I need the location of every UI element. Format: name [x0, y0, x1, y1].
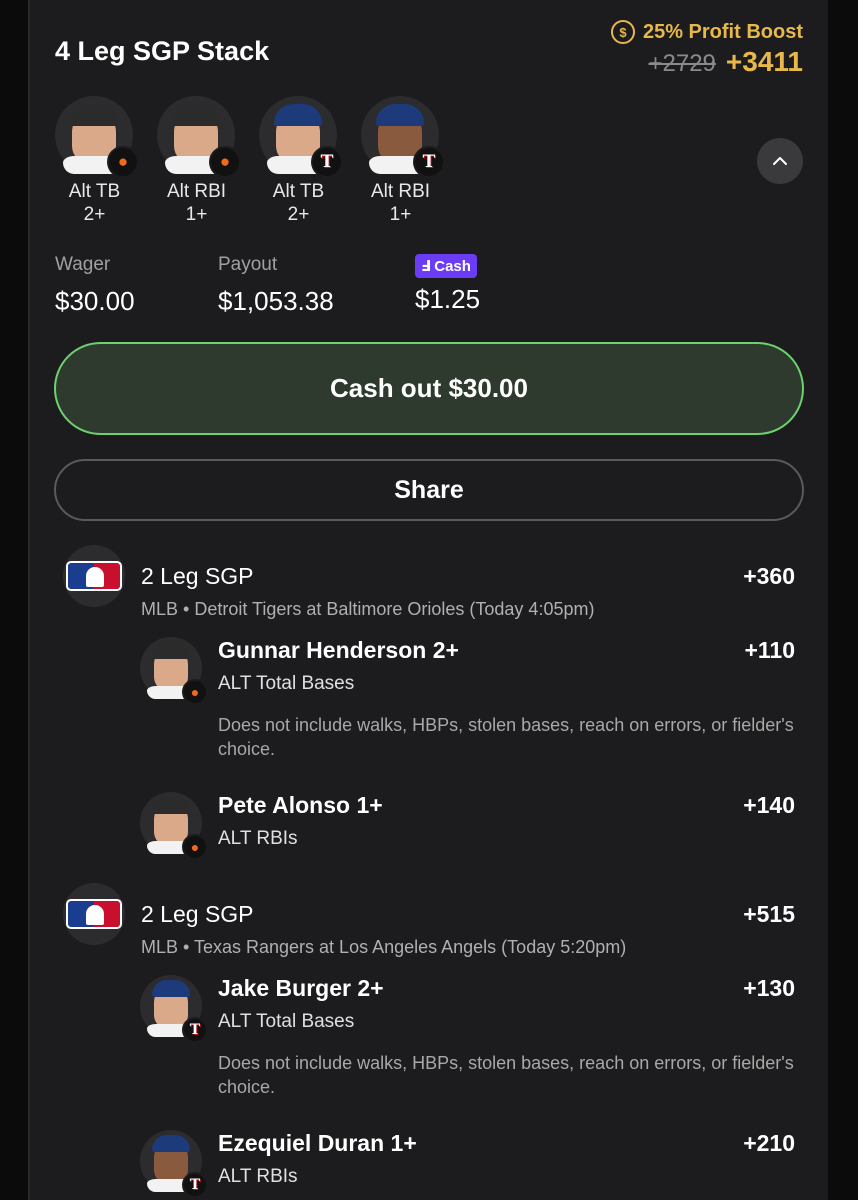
mlb-logo-icon [63, 545, 125, 607]
pick-name: Jake Burger 2+ [218, 975, 384, 1001]
sgp-odds: +515 [743, 901, 795, 927]
orioles-logo-icon: ● [209, 146, 241, 178]
payout-label: Payout [218, 254, 278, 275]
leg-item: T Alt TB 2+ [259, 96, 343, 226]
pick-name: Pete Alonso 1+ [218, 792, 383, 818]
profit-boost-badge: $ 25% Profit Boost [610, 20, 803, 44]
payout-stat: Payout $1,053.38 [218, 254, 334, 317]
profit-boost-label: 25% Profit Boost [642, 20, 803, 43]
pick-market: ALT Total Bases [218, 673, 355, 694]
original-odds: +2729 [648, 50, 716, 77]
pick-item: ● Gunnar Henderson 2+ +110 ALT Total Bas… [140, 637, 803, 767]
leg-market: Alt TB [272, 181, 325, 202]
leg-line: 2+ [83, 204, 106, 225]
bet-card: 4 Leg SGP Stack $ 25% Profit Boost +2729… [28, 0, 828, 1200]
fcash-value: $1.25 [415, 284, 481, 314]
leg-line: 1+ [389, 204, 412, 225]
pick-odds: +140 [743, 792, 795, 818]
sgp-title: 2 Leg SGP [141, 901, 254, 927]
payout-value: $1,053.38 [218, 286, 334, 316]
pick-odds: +110 [744, 637, 795, 663]
pick-market: ALT Total Bases [218, 1011, 355, 1032]
fcash-stat: Ⅎ Cash $1.25 [415, 254, 480, 315]
leg-item: T Alt RBI 1+ [361, 96, 445, 226]
player-avatar: ● [140, 637, 208, 705]
pick-item: ● Pete Alonso 1+ +140 ALT RBIs [140, 792, 803, 862]
leg-item: ● Alt RBI 1+ [157, 96, 241, 226]
pick-market: ALT RBIs [218, 828, 298, 849]
rangers-logo-icon: T [413, 146, 445, 178]
sgp-game-info: MLB • Detroit Tigers at Baltimore Oriole… [141, 599, 595, 619]
fcash-badge: Ⅎ Cash [415, 254, 477, 278]
chevron-up-icon [773, 157, 787, 165]
leg-market: Alt RBI [166, 181, 227, 202]
pick-name: Gunnar Henderson 2+ [218, 637, 459, 663]
player-avatar: T [140, 1130, 208, 1198]
pick-odds: +130 [743, 975, 795, 1001]
sgp-game-info: MLB • Texas Rangers at Los Angeles Angel… [141, 937, 627, 957]
wager-stat: Wager $30.00 [55, 254, 135, 317]
mlb-logo-icon [63, 883, 125, 945]
orioles-logo-icon: ● [182, 679, 208, 705]
sgp-odds: +360 [743, 563, 795, 589]
legs-row: ● Alt TB 2+ ● Alt RBI 1+ T Alt TB 2+ T Alt … [55, 96, 445, 226]
player-avatar: ● [140, 792, 208, 860]
player-avatar: T [259, 96, 343, 178]
rangers-logo-icon: T [182, 1017, 208, 1043]
player-avatar: T [140, 975, 208, 1043]
sgp-group: 2 Leg SGP +515 MLB • Texas Rangers at Lo… [55, 883, 803, 1200]
pick-item: T Jake Burger 2+ +130 ALT Total Bases Do… [140, 975, 803, 1105]
leg-market: Alt RBI [370, 181, 431, 202]
pick-odds: +210 [743, 1130, 795, 1156]
leg-market: Alt TB [68, 181, 121, 202]
rangers-logo-icon: T [311, 146, 343, 178]
share-button[interactable]: Share [54, 459, 804, 521]
odds-row: +2729 +3411 [648, 46, 803, 78]
pick-market: ALT RBIs [218, 1166, 298, 1187]
dollar-coin-icon: $ [610, 20, 635, 44]
orioles-logo-icon: ● [182, 834, 208, 860]
player-avatar: ● [55, 96, 139, 178]
pick-note: Does not include walks, HBPs, stolen bas… [218, 715, 794, 759]
boosted-odds: +3411 [725, 46, 803, 77]
sgp-title: 2 Leg SGP [141, 563, 254, 589]
leg-line: 2+ [287, 204, 310, 225]
cash-out-button[interactable]: Cash out $30.00 [54, 342, 804, 435]
bet-title: 4 Leg SGP Stack [55, 36, 270, 66]
orioles-logo-icon: ● [107, 146, 139, 178]
leg-line: 1+ [185, 204, 208, 225]
pick-item: T Ezequiel Duran 1+ +210 ALT RBIs [140, 1130, 803, 1200]
collapse-button[interactable] [757, 138, 803, 184]
player-avatar: ● [157, 96, 241, 178]
leg-item: ● Alt TB 2+ [55, 96, 139, 226]
sgp-group: 2 Leg SGP +360 MLB • Detroit Tigers at B… [55, 545, 803, 875]
fcash-logo-icon: Ⅎ [421, 258, 432, 275]
pick-note: Does not include walks, HBPs, stolen bas… [218, 1053, 794, 1097]
pick-name: Ezequiel Duran 1+ [218, 1130, 417, 1156]
wager-label: Wager [55, 254, 111, 275]
player-avatar: T [361, 96, 445, 178]
rangers-logo-icon: T [182, 1172, 208, 1198]
wager-value: $30.00 [55, 286, 135, 316]
